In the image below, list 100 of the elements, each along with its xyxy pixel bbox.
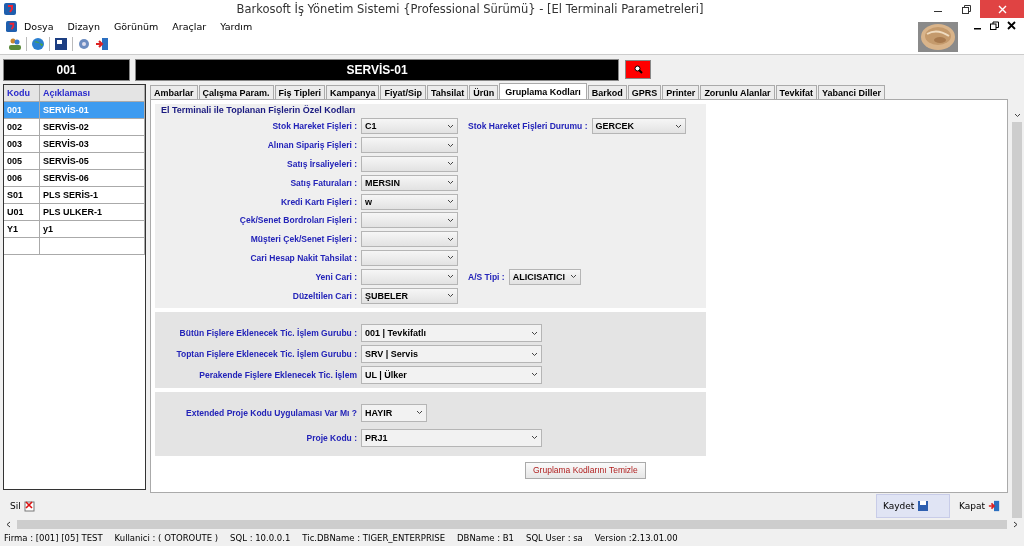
field-label: Stok Hareket Fişleri : <box>271 121 358 132</box>
list-row[interactable]: 005 SERVİS-05 <box>4 153 145 170</box>
chevron-icon <box>447 180 454 186</box>
field-label: Kredi Kartı Fişleri : <box>279 196 358 207</box>
document-icon[interactable] <box>54 37 68 51</box>
dropdown[interactable]: SRV | Servis <box>361 345 542 364</box>
globe-icon[interactable] <box>31 37 45 51</box>
chevron-icon <box>447 217 454 223</box>
list-row[interactable]: 002 SERVİS-02 <box>4 119 145 136</box>
chevron-icon <box>531 351 538 357</box>
app-logo-icon <box>6 20 17 32</box>
menu-item[interactable]: Dizayn <box>60 20 107 32</box>
field-label: Proje Kodu : <box>305 432 358 443</box>
status-item: DBName : B1 <box>457 533 515 543</box>
chevron-icon <box>447 142 454 148</box>
exit-icon <box>988 499 1000 512</box>
field-label: Düzeltilen Cari : <box>291 290 358 301</box>
chevron-icon <box>447 274 454 280</box>
chevron-icon <box>416 410 423 416</box>
restore-icon <box>961 4 971 14</box>
close-icon <box>1007 21 1016 30</box>
chevron-icon <box>447 123 454 129</box>
field-label: Satış Faturaları : <box>289 177 358 188</box>
tab[interactable]: Çalışma Param. <box>198 85 274 99</box>
close-button[interactable] <box>1007 20 1016 32</box>
field-label: Alınan Sipariş Fişleri : <box>266 140 358 151</box>
status-item: Tic.DBName : TIGER_ENTERPRISE <box>302 533 446 543</box>
chevron-right-icon[interactable] <box>1013 520 1018 528</box>
dropdown[interactable]: ALICISATICI <box>508 268 581 285</box>
menu-item[interactable]: Araçlar <box>165 20 214 32</box>
delete-icon <box>23 499 36 512</box>
field-label: Yeni Cari : <box>314 271 358 282</box>
save-button[interactable]: Kaydet <box>876 493 950 518</box>
tab[interactable]: Tevkifat <box>775 85 817 99</box>
tab[interactable]: Fiş Tipleri <box>274 85 325 99</box>
chevron-icon <box>531 372 538 378</box>
column-header[interactable]: Açıklaması <box>40 85 145 101</box>
field-label: Çek/Senet Bordroları Fişleri : <box>238 215 358 226</box>
list-row[interactable]: U01 PLS ULKER-1 <box>4 204 145 221</box>
chevron-icon <box>569 274 577 280</box>
users-icon[interactable] <box>8 37 22 51</box>
chevron-icon <box>447 199 454 205</box>
field-label: Cari Hesap Nakit Tahsilat : <box>249 252 358 263</box>
tab[interactable]: Barkod <box>587 85 627 99</box>
status-item: Firma : [001] [05] TEST <box>4 533 103 543</box>
chevron-icon <box>447 255 454 261</box>
clear-button[interactable]: Gruplama Kodlarını Temizle <box>525 461 646 479</box>
list-row[interactable]: 006 SERVİS-06 <box>4 170 145 187</box>
tab[interactable]: Printer <box>662 85 700 99</box>
menu-item[interactable]: Görünüm <box>106 20 166 32</box>
dropdown[interactable]: 001 | Tevkifatlı <box>361 324 542 343</box>
field-label: Satış İrsaliyeleri : <box>286 159 358 169</box>
list-row[interactable]: Y1 y1 <box>4 221 145 238</box>
tab[interactable]: Kampanya <box>325 85 380 99</box>
app-logo-icon <box>4 3 16 15</box>
tab[interactable]: Ambarlar <box>150 85 198 99</box>
dropdown[interactable]: PRJ1 <box>361 428 542 447</box>
menu-item[interactable]: Yardım <box>213 20 260 32</box>
close-icon <box>997 4 1007 14</box>
column-header[interactable]: Kodu <box>4 85 40 101</box>
tab[interactable]: Fiyat/Sip <box>380 85 426 99</box>
search-icon <box>633 65 643 74</box>
tab[interactable]: GPRS <box>627 85 662 99</box>
chevron-left-icon[interactable] <box>6 520 11 528</box>
list-row[interactable]: S01 PLS SERİS-1 <box>4 187 145 204</box>
field-label: Toptan Fişlere Eklenecek Tic. İşlem Gurubu : <box>175 349 358 360</box>
dropdown[interactable]: w <box>361 193 458 210</box>
tab[interactable]: Tahsilat <box>426 85 469 99</box>
search-button[interactable] <box>625 60 651 79</box>
floppy-icon <box>917 499 930 512</box>
exit-icon[interactable] <box>95 37 109 51</box>
field-label: Perakende Fişlere Eklenecek Tic. İşlem <box>198 369 358 380</box>
restore-button[interactable] <box>990 20 999 32</box>
tab[interactable]: Gruplama Kodları <box>499 83 587 99</box>
field-label: A/S Tipi : <box>468 271 506 282</box>
dropdown[interactable]: UL | Ülker <box>361 365 542 384</box>
chevron-icon <box>674 123 682 129</box>
dropdown[interactable]: HAYIR <box>361 403 427 422</box>
code-field[interactable]: 001 <box>3 58 130 81</box>
chevron-icon <box>447 161 454 167</box>
chevron-icon <box>447 293 454 299</box>
field-label: Stok Hareket Fişleri Durumu : <box>468 121 589 132</box>
chevron-icon <box>1013 113 1021 118</box>
chevron-icon <box>531 330 538 336</box>
tab[interactable]: Zorunlu Alanlar <box>700 85 775 99</box>
list-row[interactable]: 003 SERVİS-03 <box>4 136 145 153</box>
status-item: SQL : 10.0.0.1 <box>230 533 291 543</box>
section-title: El Terminali ile Toplanan Fişlerin Özel Kodları <box>160 105 357 117</box>
dropdown[interactable]: C1 <box>361 118 458 135</box>
menu-item[interactable]: Dosya <box>17 20 61 32</box>
name-field[interactable]: SERVİS-01 <box>135 58 619 81</box>
status-item: Kullanici : ( OTOROUTE ) <box>114 533 219 543</box>
tab[interactable]: Ürün <box>469 85 499 99</box>
tab[interactable]: Yabanci Diller <box>817 85 885 99</box>
dropdown[interactable]: ŞUBELER <box>361 287 458 304</box>
dropdown[interactable]: GERCEK <box>591 118 686 135</box>
restore-icon <box>990 21 999 30</box>
field-label: Bütün Fişlere Eklenecek Tic. İşlem Gurubu : <box>178 328 358 339</box>
dropdown[interactable]: MERSIN <box>361 174 458 191</box>
field-label: Müşteri Çek/Senet Fişleri : <box>249 234 358 245</box>
